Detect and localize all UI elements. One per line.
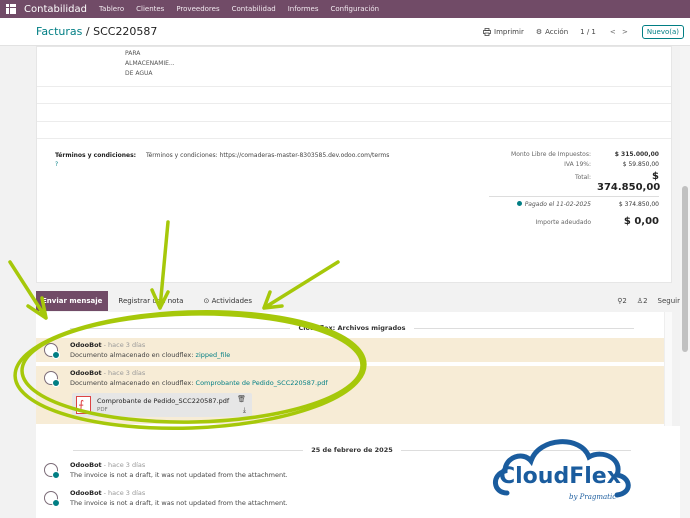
pdf-icon: [76, 396, 91, 414]
send-message-button[interactable]: Enviar mensaje: [36, 291, 109, 311]
message-author: OdooBot - hace 3 días: [70, 369, 146, 377]
logo-tagline: by Pragmatic: [569, 493, 616, 501]
breadcrumb-current: SCC220587: [93, 25, 158, 38]
total-row: Total: $ 374.850,00: [489, 171, 661, 193]
product-line: ALMACENAMIE...: [125, 60, 175, 67]
product-line: PARA: [125, 50, 141, 57]
follow-button[interactable]: Seguir: [658, 297, 680, 305]
message-author: OdooBot - hace 3 días: [70, 461, 146, 469]
pager-value[interactable]: 1 / 1: [580, 28, 596, 36]
message-body: The invoice is not a draft, it was not u…: [70, 471, 288, 479]
help-marker: ?: [55, 161, 59, 168]
due-label: Importe adeudado: [535, 219, 591, 226]
tax-value: $ 59.850,00: [622, 161, 659, 168]
message-author: OdooBot - hace 3 días: [70, 489, 146, 497]
untaxed-label: Monto Libre de Impuestos:: [511, 151, 591, 158]
breadcrumb: Facturas / SCC220587: [36, 25, 157, 38]
menu-contabilidad[interactable]: Contabilidad: [232, 5, 276, 13]
avatar[interactable]: [44, 343, 60, 359]
message-time: - hace 3 días: [103, 489, 146, 497]
chatter-thread: Cloudflex: Archivos migrados OdooBot - ha…: [36, 312, 668, 426]
total-label: Total:: [574, 174, 591, 181]
top-navbar: Contabilidad Tablero Clientes Proveedore…: [0, 0, 690, 18]
payment-row: Pagado el 11-02-2025 $ 374.850,00: [489, 201, 659, 208]
download-icon[interactable]: ⤓: [243, 406, 246, 415]
log-note-button[interactable]: Registrar una nota: [108, 297, 193, 305]
terms-section: Términos y condiciones: Términos y condi…: [55, 152, 389, 168]
message-item: OdooBot - hace 3 días Documento almacenad…: [36, 338, 668, 362]
message-time: - hace 3 días: [103, 369, 146, 377]
menu-clientes[interactable]: Clientes: [136, 5, 164, 13]
due-row: Importe adeudado $ 0,00: [489, 216, 659, 227]
message-time: - hace 3 días: [103, 461, 146, 469]
attachment-card[interactable]: Comprobante de Pedido_SCC220587.pdf PDF …: [72, 393, 252, 417]
avatar[interactable]: [44, 463, 60, 479]
printer-icon: [483, 27, 491, 36]
print-label: Imprimir: [494, 27, 524, 36]
message-time: - hace 3 días: [103, 341, 146, 349]
breadcrumb-separator: /: [82, 25, 94, 38]
logo-brand: CloudFlex: [499, 464, 621, 489]
message-link[interactable]: zipped_file: [196, 351, 231, 359]
breadcrumb-facturas[interactable]: Facturas: [36, 25, 82, 38]
untaxed-row: Monto Libre de Impuestos: $ 315.000,00: [489, 151, 659, 158]
message-author: OdooBot - hace 3 días: [70, 341, 146, 349]
menu-tablero[interactable]: Tablero: [99, 5, 124, 13]
invoice-line-divider: [37, 103, 671, 104]
chatter-scrollbar[interactable]: [664, 312, 672, 426]
action-buttons: Imprimir ⚙ Acción 1 / 1 < > Nuevo(a): [483, 24, 684, 39]
section-separator: Cloudflex: Archivos migrados: [36, 324, 668, 332]
total-value: $ 374.850,00: [597, 171, 661, 193]
pager-nav: < >: [608, 28, 630, 36]
page-scrollbar[interactable]: [680, 46, 690, 518]
invoice-line-divider: [37, 121, 671, 122]
message-body: Documento almacenado en cloudflex: zippe…: [70, 351, 231, 359]
activities-button[interactable]: ⊙ Actividades: [193, 297, 262, 305]
untaxed-value: $ 315.000,00: [614, 151, 659, 158]
invoice-sheet: PARA ALMACENAMIE... DE AGUA Términos y c…: [36, 46, 672, 283]
avatar[interactable]: [44, 491, 60, 507]
chatter-right-actions: ⚲2 ♙2 Seguir: [617, 297, 680, 305]
due-value: $ 0,00: [623, 216, 659, 227]
message-body: Documento almacenado en cloudflex: Compr…: [70, 379, 328, 387]
attachment-name: Comprobante de Pedido_SCC220587.pdf: [97, 397, 230, 405]
chevron-left-icon[interactable]: <: [608, 28, 618, 36]
control-panel: Facturas / SCC220587 Imprimir ⚙ Acción 1…: [0, 18, 690, 46]
attachments-button[interactable]: ⚲2: [617, 297, 627, 305]
menu-configuracion[interactable]: Configuración: [330, 5, 379, 13]
product-description[interactable]: PARA ALMACENAMIE... DE AGUA: [125, 49, 175, 79]
clock-icon: ⊙: [203, 297, 212, 305]
info-icon[interactable]: [516, 201, 522, 206]
menu-informes[interactable]: Informes: [288, 5, 319, 13]
menu-proveedores[interactable]: Proveedores: [176, 5, 219, 13]
invoice-line-divider: [37, 86, 671, 87]
payment-value: $ 374.850,00: [618, 201, 659, 208]
print-button[interactable]: Imprimir: [483, 28, 524, 36]
invoice-totals: Monto Libre de Impuestos: $ 315.000,00 I…: [489, 151, 661, 230]
terms-label: Términos y condiciones:: [55, 152, 137, 159]
product-line: DE AGUA: [125, 70, 153, 77]
terms-text[interactable]: Términos y condiciones: https://comadera…: [146, 152, 389, 159]
new-button[interactable]: Nuevo(a): [641, 24, 684, 39]
avatar[interactable]: [44, 371, 60, 387]
chatter-toolbar: Enviar mensaje Registrar una nota ⊙ Acti…: [36, 291, 680, 311]
message-body: The invoice is not a draft, it was not u…: [70, 499, 288, 507]
tax-label: IVA 19%:: [564, 161, 591, 168]
apps-grid-icon[interactable]: [6, 4, 16, 14]
followers-button[interactable]: ♙2: [637, 297, 648, 305]
attachment-type: PDF: [97, 407, 108, 413]
cloudflex-logo: CloudFlex by Pragmatic: [493, 439, 631, 501]
app-name[interactable]: Contabilidad: [24, 4, 87, 15]
chevron-right-icon[interactable]: >: [620, 28, 630, 36]
action-label: Acción: [545, 27, 569, 36]
gear-icon: ⚙: [535, 27, 543, 36]
action-button[interactable]: ⚙ Acción: [536, 28, 568, 36]
message-link[interactable]: Comprobante de Pedido_SCC220587.pdf: [196, 379, 328, 387]
tax-row: IVA 19%: $ 59.850,00: [489, 161, 659, 168]
payment-label[interactable]: Pagado el 11-02-2025: [516, 201, 591, 208]
trash-icon[interactable]: 🗑: [237, 395, 246, 403]
scrollbar-thumb[interactable]: [682, 186, 688, 352]
invoice-line-divider: [37, 138, 671, 139]
totals-divider: [489, 196, 659, 197]
